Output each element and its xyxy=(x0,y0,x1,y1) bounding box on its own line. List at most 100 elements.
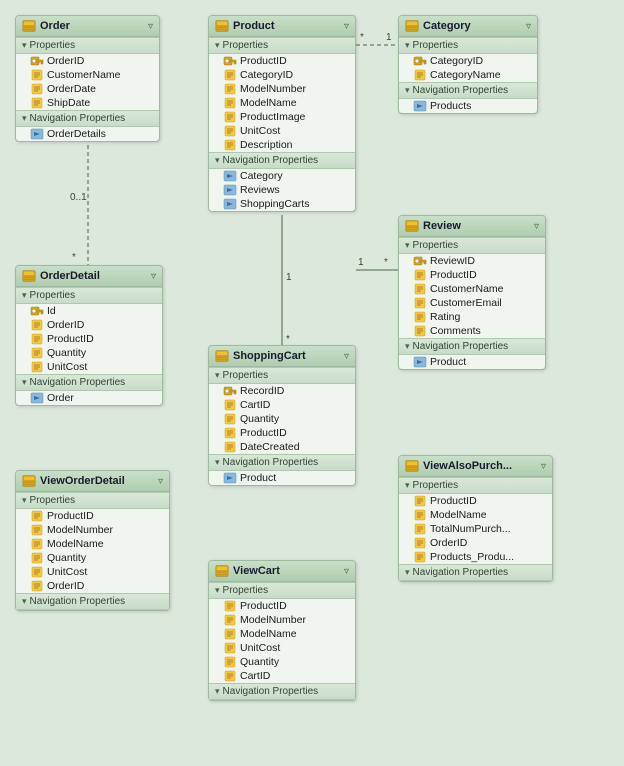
prop-text-Review-0-5: Comments xyxy=(430,325,481,337)
entity-icon-Review xyxy=(405,219,419,233)
prop-text-ViewAlsoPurch-0-2: TotalNumPurch... xyxy=(430,523,511,535)
section-toggle-Product-0[interactable]: ▾ xyxy=(215,40,220,51)
section-toggle-Review-1[interactable]: ▾ xyxy=(405,341,410,352)
section-header-ViewAlsoPurch-1: ▾ Navigation Properties xyxy=(399,564,552,581)
section-toggle-OrderDetail-0[interactable]: ▾ xyxy=(22,290,27,301)
prop-text-ViewOrderDetail-0-5: OrderID xyxy=(47,580,84,592)
property-row-OrderDetail-0-3: Quantity xyxy=(16,346,162,360)
prop-icon-ViewAlsoPurch-0-3 xyxy=(413,537,427,549)
svg-text:1: 1 xyxy=(286,272,292,283)
section-toggle-ShoppingCart-0[interactable]: ▾ xyxy=(215,370,220,381)
section-toggle-ViewOrderDetail-0[interactable]: ▾ xyxy=(22,495,27,506)
section-toggle-Category-1[interactable]: ▾ xyxy=(405,85,410,96)
expand-btn-ViewCart[interactable]: ▿ xyxy=(344,566,349,577)
entity-name-ViewCart: ViewCart xyxy=(233,565,280,577)
section-header-Product-0: ▾ Properties xyxy=(209,37,355,54)
entity-Order: Order ▿ ▾ Properties OrderID CustomerNam… xyxy=(15,15,160,142)
prop-text-ShoppingCart-0-0: RecordID xyxy=(240,385,284,397)
prop-text-Product-0-2: ModelNumber xyxy=(240,83,306,95)
property-row-Order-0-2: OrderDate xyxy=(16,82,159,96)
prop-icon-ViewCart-0-3 xyxy=(223,642,237,654)
section-header-ShoppingCart-0: ▾ Properties xyxy=(209,367,355,384)
entity-title-ViewOrderDetail: ViewOrderDetail xyxy=(22,474,125,488)
entity-header-Product: Product ▿ xyxy=(209,16,355,37)
section-toggle-Category-0[interactable]: ▾ xyxy=(405,40,410,51)
expand-btn-Category[interactable]: ▿ xyxy=(526,21,531,32)
expand-btn-ViewOrderDetail[interactable]: ▿ xyxy=(158,476,163,487)
section-toggle-Review-0[interactable]: ▾ xyxy=(405,240,410,251)
prop-text-Review-0-1: ProductID xyxy=(430,269,477,281)
property-row-Review-0-0: ReviewID xyxy=(399,254,545,268)
entity-header-OrderDetail: OrderDetail ▿ xyxy=(16,266,162,287)
expand-btn-ViewAlsoPurch[interactable]: ▿ xyxy=(541,461,546,472)
section-label-Product-1: Navigation Properties xyxy=(223,155,319,166)
prop-icon-Review-0-4 xyxy=(413,311,427,323)
prop-icon-OrderDetail-1-0 xyxy=(30,392,44,404)
section-label-Order-1: Navigation Properties xyxy=(30,113,126,124)
prop-icon-Product-0-1 xyxy=(223,69,237,81)
property-row-ViewCart-0-4: Quantity xyxy=(209,655,355,669)
prop-icon-Review-0-2 xyxy=(413,283,427,295)
prop-icon-ViewAlsoPurch-0-4 xyxy=(413,551,427,563)
expand-btn-OrderDetail[interactable]: ▿ xyxy=(151,271,156,282)
property-row-Product-0-4: ProductImage xyxy=(209,110,355,124)
property-row-Review-0-4: Rating xyxy=(399,310,545,324)
property-row-Product-0-2: ModelNumber xyxy=(209,82,355,96)
section-toggle-Order-1[interactable]: ▾ xyxy=(22,113,27,124)
prop-icon-ShoppingCart-0-2 xyxy=(223,413,237,425)
expand-btn-Order[interactable]: ▿ xyxy=(148,21,153,32)
property-row-ViewAlsoPurch-0-3: OrderID xyxy=(399,536,552,550)
property-row-OrderDetail-0-0: Id xyxy=(16,304,162,318)
prop-icon-ShoppingCart-0-3 xyxy=(223,427,237,439)
prop-icon-Category-1-0 xyxy=(413,100,427,112)
section-toggle-ViewOrderDetail-1[interactable]: ▾ xyxy=(22,596,27,607)
entity-name-Product: Product xyxy=(233,20,275,32)
expand-btn-Review[interactable]: ▿ xyxy=(534,221,539,232)
section-toggle-ViewCart-1[interactable]: ▾ xyxy=(215,686,220,697)
entity-icon-Product xyxy=(215,19,229,33)
property-row-ViewOrderDetail-0-3: Quantity xyxy=(16,551,169,565)
prop-text-OrderDetail-0-4: UnitCost xyxy=(47,361,87,373)
svg-text:*: * xyxy=(360,32,364,43)
entity-header-Review: Review ▿ xyxy=(399,216,545,237)
property-row-Order-0-0: OrderID xyxy=(16,54,159,68)
prop-icon-Product-0-4 xyxy=(223,111,237,123)
section-header-ViewCart-0: ▾ Properties xyxy=(209,582,355,599)
entity-name-ViewOrderDetail: ViewOrderDetail xyxy=(40,475,125,487)
prop-icon-ViewCart-0-1 xyxy=(223,614,237,626)
prop-icon-Review-0-3 xyxy=(413,297,427,309)
property-row-Review-1-0: Product xyxy=(399,355,545,369)
prop-text-Product-0-0: ProductID xyxy=(240,55,287,67)
section-toggle-OrderDetail-1[interactable]: ▾ xyxy=(22,377,27,388)
prop-text-ShoppingCart-1-0: Product xyxy=(240,472,276,484)
prop-icon-ViewOrderDetail-0-5 xyxy=(30,580,44,592)
property-row-ShoppingCart-0-2: Quantity xyxy=(209,412,355,426)
section-toggle-ShoppingCart-1[interactable]: ▾ xyxy=(215,457,220,468)
section-label-ViewOrderDetail-0: Properties xyxy=(30,495,76,506)
property-row-OrderDetail-0-1: OrderID xyxy=(16,318,162,332)
section-toggle-ViewCart-0[interactable]: ▾ xyxy=(215,585,220,596)
expand-btn-ShoppingCart[interactable]: ▿ xyxy=(344,351,349,362)
property-row-Product-1-0: Category xyxy=(209,169,355,183)
section-toggle-ViewAlsoPurch-0[interactable]: ▾ xyxy=(405,480,410,491)
expand-btn-Product[interactable]: ▿ xyxy=(344,21,349,32)
section-label-ShoppingCart-0: Properties xyxy=(223,370,269,381)
prop-icon-ViewCart-0-0 xyxy=(223,600,237,612)
prop-text-OrderDetail-0-3: Quantity xyxy=(47,347,86,359)
section-toggle-Product-1[interactable]: ▾ xyxy=(215,155,220,166)
prop-icon-ViewAlsoPurch-0-2 xyxy=(413,523,427,535)
entity-Category: Category ▿ ▾ Properties CategoryID Categ… xyxy=(398,15,538,114)
svg-text:*: * xyxy=(384,257,388,268)
prop-text-ShoppingCart-0-3: ProductID xyxy=(240,427,287,439)
entity-OrderDetail: OrderDetail ▿ ▾ Properties Id OrderID xyxy=(15,265,163,406)
section-toggle-ViewAlsoPurch-1[interactable]: ▾ xyxy=(405,567,410,578)
section-header-Order-1: ▾ Navigation Properties xyxy=(16,110,159,127)
property-row-ViewCart-0-1: ModelNumber xyxy=(209,613,355,627)
entity-Product: Product ▿ ▾ Properties ProductID Categor… xyxy=(208,15,356,212)
section-label-Product-0: Properties xyxy=(223,40,269,51)
section-toggle-Order-0[interactable]: ▾ xyxy=(22,40,27,51)
prop-text-ShoppingCart-0-4: DateCreated xyxy=(240,441,300,453)
entity-title-Order: Order xyxy=(22,19,70,33)
prop-icon-ShoppingCart-0-0 xyxy=(223,385,237,397)
prop-text-ViewOrderDetail-0-0: ProductID xyxy=(47,510,94,522)
